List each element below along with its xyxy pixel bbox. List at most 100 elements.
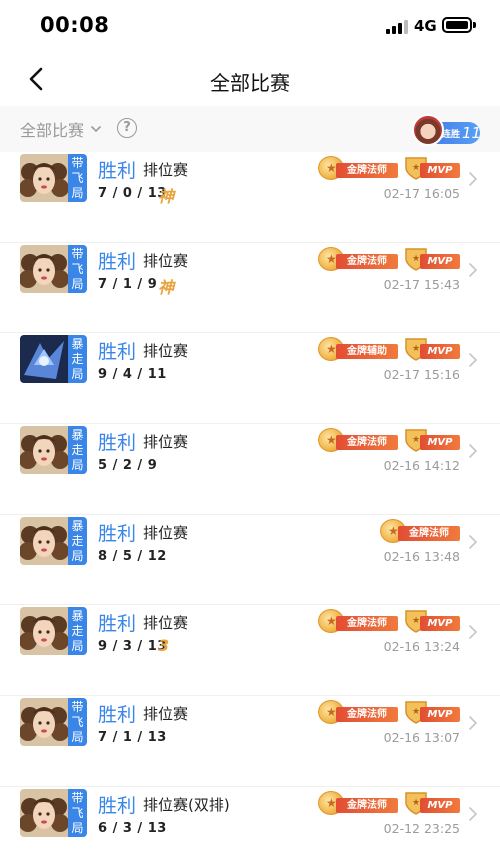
mode-tag-char: 走 [71,533,84,548]
match-list: 带 飞 局 胜利 排位赛 7 / 0 / 13 神 ★ 金牌法师 ★ MVP 0… [0,152,500,865]
hero-portrait [20,607,68,656]
mode-tag: 暴 走 局 [68,426,87,475]
hero-portrait [20,335,68,384]
mvp-label: MVP [420,616,460,632]
filter-bar: 全部比赛 ? 连胜 11 [0,106,500,152]
network-type: 4G [414,17,437,35]
win-streak-badge[interactable]: 连胜 11 [412,114,482,146]
mode-tag-char: 局 [71,820,84,835]
match-result: 胜利 [98,704,137,727]
achievement-mark: 3 [158,636,170,656]
achievement-mark: 神 [158,187,175,206]
match-row[interactable]: 暴 走 局 胜利 排位赛 9 / 3 / 13 3 ★ 金牌法师 ★ MVP 0… [0,605,500,697]
gold-badge-label: 金牌法师 [336,797,398,813]
match-type: 排位赛 [143,251,189,270]
mode-tag-char: 局 [71,730,84,745]
mvp-badge: ★ MVP [404,428,460,454]
mode-tag: 带 飞 局 [68,154,87,202]
hero-avatar [20,335,68,384]
svg-text:★: ★ [412,435,420,445]
hero-avatar [20,788,68,837]
match-row[interactable]: 带 飞 局 胜利 排位赛(双排) 6 / 3 / 13 ★ 金牌法师 ★ MVP… [0,787,500,865]
kda: 8 / 5 / 12 [98,548,167,564]
mvp-badge: ★ MVP [404,247,460,273]
hero-avatar [20,516,68,565]
streak-count: 11 [462,124,482,142]
kda: 7 / 0 / 13 [98,186,167,201]
chevron-right-icon [469,807,478,821]
match-row[interactable]: 带 飞 局 胜利 排位赛 7 / 0 / 13 神 ★ 金牌法师 ★ MVP 0… [0,152,500,243]
page-title: 全部比赛 [210,71,290,95]
nav-bar: 全部比赛 [0,52,500,106]
match-time: 02-16 13:48 [383,548,460,564]
mvp-label: MVP [420,797,460,813]
mode-tag: 暴 走 局 [68,335,87,384]
match-row[interactable]: 暴 走 局 胜利 排位赛 8 / 5 / 12 ★ 金牌法师 02-16 13:… [0,515,500,606]
mode-tag-char: 局 [71,458,84,473]
mvp-badge: ★ MVP [404,337,460,363]
streak-avatar [412,114,444,146]
chevron-down-icon [91,126,101,133]
mode-tag-char: 局 [71,276,84,291]
hero-avatar [20,154,68,202]
match-result: 胜利 [98,522,137,545]
match-time: 02-16 14:12 [383,458,460,474]
mode-tag: 带 飞 局 [68,698,87,747]
status-time: 00:08 [40,13,110,37]
gold-badge-label: 金牌辅助 [336,344,398,360]
mode-tag-char: 带 [71,246,84,261]
match-row[interactable]: 带 飞 局 胜利 排位赛 7 / 1 / 9 神 ★ 金牌法师 ★ MVP 02… [0,243,500,334]
match-result: 胜利 [98,341,137,364]
gold-badge-label: 金牌法师 [398,525,460,541]
mvp-badge: ★ MVP [404,156,460,182]
kda: 7 / 1 / 13 [98,730,167,746]
match-type: 排位赛(双排) [143,795,230,814]
kda: 9 / 4 / 11 [98,367,167,383]
match-result: 胜利 [98,613,137,636]
hero-avatar [20,426,68,475]
hero-portrait [20,426,68,475]
chevron-right-icon [469,444,478,458]
mode-tag-char: 带 [71,790,84,805]
svg-text:★: ★ [412,344,420,354]
gold-badge-label: 金牌法师 [336,707,398,723]
match-time: 02-17 15:43 [383,276,460,292]
mode-tag-char: 走 [71,624,84,639]
mode-tag-char: 局 [71,367,84,382]
svg-text:★: ★ [412,707,420,717]
mode-tag-char: 带 [71,156,84,170]
mvp-label: MVP [420,253,460,269]
mode-tag-char: 飞 [71,171,84,185]
mode-tag-char: 走 [71,443,84,458]
match-row[interactable]: 暴 走 局 胜利 排位赛 5 / 2 / 9 ★ 金牌法师 ★ MVP 02-1… [0,424,500,515]
mvp-label: MVP [420,435,460,451]
mode-tag-char: 带 [71,700,84,715]
gold-badge-label: 金牌法师 [336,616,398,632]
achievement-mark: 神 [158,277,175,297]
hero-portrait [20,698,68,747]
match-type: 排位赛 [143,523,189,542]
svg-text:★: ★ [412,163,420,173]
match-row[interactable]: 暴 走 局 胜利 排位赛 9 / 4 / 11 ★ 金牌辅助 ★ MVP 02-… [0,333,500,425]
mvp-badge: ★ MVP [404,609,460,635]
match-result: 胜利 [98,250,137,273]
match-result: 胜利 [98,794,137,817]
mode-tag-char: 暴 [71,337,84,352]
help-icon[interactable]: ? [117,118,137,138]
mvp-badge: ★ MVP [404,791,460,817]
hero-avatar [20,698,68,747]
match-row[interactable]: 带 飞 局 胜利 排位赛 7 / 1 / 13 ★ 金牌法师 ★ MVP 02-… [0,696,500,787]
mode-tag: 暴 走 局 [68,607,87,656]
svg-text:★: ★ [412,616,420,626]
mode-tag-char: 飞 [71,261,84,276]
mvp-badge: ★ MVP [404,700,460,726]
mvp-label: MVP [420,707,460,723]
hero-portrait [20,244,68,293]
match-filter-dropdown[interactable]: 全部比赛 [20,118,102,140]
kda: 5 / 2 / 9 [98,458,158,474]
filter-label: 全部比赛 [20,121,85,140]
battery-icon [442,17,476,33]
kda: 9 / 3 / 13 [98,639,167,655]
mode-tag-char: 局 [71,548,84,563]
chevron-right-icon [469,353,478,368]
